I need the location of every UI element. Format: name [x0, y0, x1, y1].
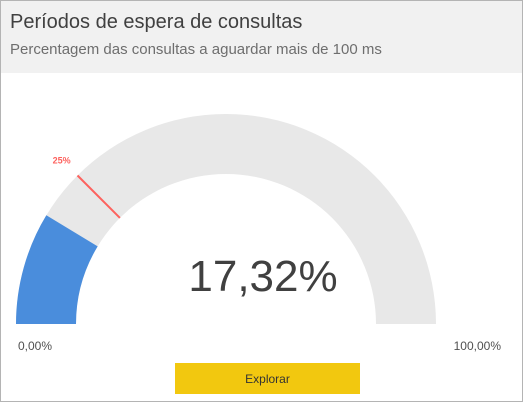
card-header: Períodos de espera de consultas Percenta…: [1, 1, 522, 73]
gauge-chart: 25% 17,32%: [16, 114, 436, 324]
explore-button[interactable]: Explorar: [175, 363, 360, 394]
card-title: Períodos de espera de consultas: [10, 11, 303, 33]
card-subtitle: Percentagem das consultas a aguardar mai…: [10, 41, 382, 58]
gauge-target-label: 25%: [53, 156, 71, 166]
gauge-max-label: 100,00%: [453, 339, 501, 353]
gauge-min-label: 0,00%: [18, 339, 53, 353]
gauge-value-label: 17,32%: [188, 252, 337, 301]
visual-card: Períodos de espera de consultas Percenta…: [0, 0, 523, 402]
